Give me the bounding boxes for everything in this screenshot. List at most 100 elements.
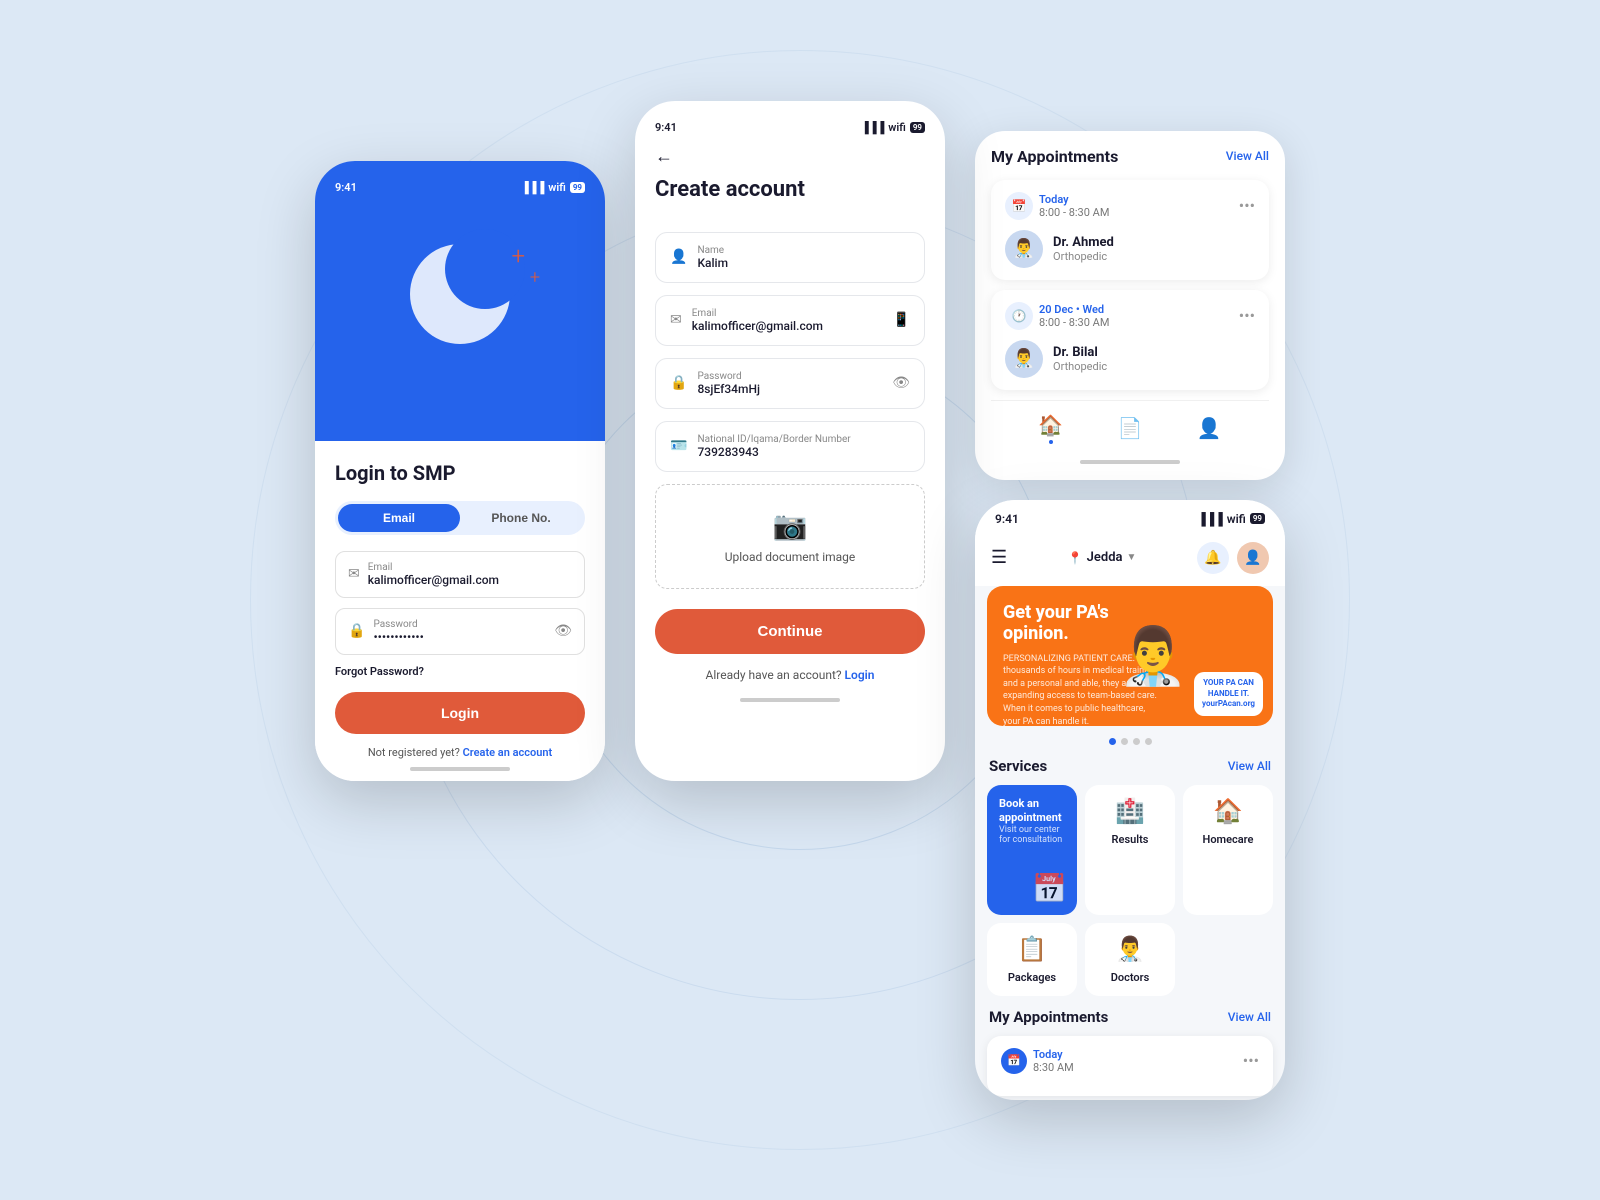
bottom-appt-today: Today [1033,1048,1074,1061]
wifi-icon: wifi [548,181,566,194]
dot-3 [1133,738,1140,745]
appt-date-label-1: Today [1039,193,1109,206]
homecare-card[interactable]: 🏠 Homecare [1183,785,1273,915]
promo-banner[interactable]: Get your PA's opinion. PERSONALIZING PAT… [987,586,1273,726]
forgot-password[interactable]: Forgot Password? [335,665,585,678]
doctors-icon: 👨‍⚕️ [1115,935,1145,963]
email-tab[interactable]: Email [338,504,460,532]
appt-time-2: 8:00 - 8:30 AM [1039,316,1109,329]
create-account-link[interactable]: Create an account [463,746,553,759]
appt-date-label-2: 20 Dec • Wed [1039,303,1109,316]
doctor-spec-bilal: Orthopedic [1053,360,1107,373]
mobile-icon: 📱 [893,312,910,328]
time-create: 9:41 [655,121,677,134]
email-label: Email [368,562,572,573]
create-account-form: 👤 Name Kalim ✉ Email kalimofficer@gmail.… [635,232,945,589]
dot-4 [1145,738,1152,745]
profile-nav-icon: 👤 [1197,416,1222,440]
view-all-appointments[interactable]: View All [1226,149,1269,163]
national-id-label: National ID/Iqama/Border Number [697,434,910,445]
packages-card[interactable]: 📋 Packages [987,923,1077,996]
banner-image: 👨‍⚕️ [1103,586,1203,726]
have-account-text: Already have an account? Login [655,668,925,682]
location-pin-icon: 📍 [1068,551,1083,565]
phone-tab[interactable]: Phone No. [460,504,582,532]
eye-icon-2[interactable]: 👁 [892,375,910,391]
lock-icon-2: 🔒 [670,375,687,391]
signal-main: ▐▐▐ [1197,512,1223,526]
upload-document[interactable]: 📷 Upload document image [655,484,925,589]
name-label: Name [697,245,910,256]
plus-icon-1: + [511,244,525,268]
doctor-name-bilal: Dr. Bilal [1053,345,1107,360]
password-field-create[interactable]: 🔒 Password 8sjEf34mHj 👁 [655,358,925,409]
dot-2 [1121,738,1128,745]
book-appt-label: Book an appointment [999,797,1065,826]
home-indicator-2 [740,698,840,702]
national-id-field[interactable]: 🪪 National ID/Iqama/Border Number 739283… [655,421,925,472]
id-icon: 🪪 [670,438,687,454]
nav-profile[interactable]: 👤 [1197,416,1222,440]
phone-create-account: 9:41 ▐▐▐ wifi 99 ← Create account 👤 Name… [635,101,945,781]
homecare-label: Homecare [1203,833,1254,846]
bottom-appt-time: 8:30 AM [1033,1061,1074,1074]
lock-icon: 🔒 [348,623,365,639]
email-field-create[interactable]: ✉ Email kalimofficer@gmail.com 📱 [655,295,925,346]
signal-icon: ▐▐▐ [521,181,544,194]
appointments-title: My Appointments [991,147,1118,166]
eye-icon[interactable]: 👁 [554,623,572,639]
time-login: 9:41 [335,181,357,194]
location-selector[interactable]: 📍 Jedda ▼ [1068,550,1137,565]
home-indicator-1 [410,767,510,771]
login-button[interactable]: Login [335,692,585,734]
continue-button[interactable]: Continue [655,609,925,654]
login-link[interactable]: Login [845,668,875,682]
location-name: Jedda [1087,550,1123,565]
nav-documents[interactable]: 📄 [1118,416,1143,440]
packages-label: Packages [1008,971,1056,984]
more-options-2[interactable]: ••• [1239,306,1255,325]
plus-icon-2: + [530,269,540,287]
battery-login: 99 [570,182,585,193]
password-label: Password [373,619,546,630]
book-appointment-card[interactable]: Book an appointment Visit our center for… [987,785,1077,915]
name-field[interactable]: 👤 Name Kalim [655,232,925,283]
nav-home[interactable]: 🏠 [1038,413,1063,444]
create-account-title: Create account [655,177,925,202]
phone-main-app: 9:41 ▐▐▐ wifi 99 ☰ 📍 Jedda ▼ 🔔 👤 [975,500,1285,1100]
status-bar-create: 9:41 ▐▐▐ wifi 99 [655,121,925,134]
signal-icon-2: ▐▐▐ [861,121,884,134]
status-bar-main: 9:41 ▐▐▐ wifi 99 [975,500,1285,534]
home-nav-icon: 🏠 [1038,413,1063,437]
person-icon: 👤 [670,249,687,265]
more-options-1[interactable]: ••• [1239,196,1255,215]
view-all-services[interactable]: View All [1228,759,1271,773]
profile-button[interactable]: 👤 [1237,542,1269,574]
today-icon-bottom: 📅 [1001,1048,1027,1074]
doctors-card[interactable]: 👨‍⚕️ Doctors [1085,923,1175,996]
bottom-appts-header: My Appointments View All [975,1008,1285,1026]
home-indicator-3 [1080,460,1180,464]
back-button[interactable]: ← [655,146,925,167]
nav-home-indicator [1049,440,1053,444]
time-main: 9:41 [995,512,1019,526]
email-value-2: kalimofficer@gmail.com [692,319,883,333]
login-title: Login to SMP [335,461,585,485]
camera-icon: 📷 [773,509,808,542]
doctor-avatar-ahmed: 👨‍⚕️ [1005,230,1043,268]
national-id-value: 739283943 [697,445,910,459]
battery-main: 99 [1250,513,1265,524]
password-field-login[interactable]: 🔒 Password •••••••••••• 👁 [335,608,585,655]
view-all-bottom[interactable]: View All [1228,1010,1271,1024]
email-field-login[interactable]: ✉ Email kalimofficer@gmail.com [335,551,585,598]
notification-button[interactable]: 🔔 [1197,542,1229,574]
services-title: Services [989,757,1047,775]
results-icon: 🏥 [1115,797,1145,825]
hamburger-menu[interactable]: ☰ [991,547,1007,568]
more-options-bottom[interactable]: ••• [1243,1051,1259,1070]
banner-badge-text: YOUR PA CANHANDLE IT.yourPAcan.org [1202,678,1255,709]
today-icon-2: 🕐 [1005,302,1033,330]
moon-logo [410,244,510,344]
password-value: •••••••••••• [373,630,546,644]
results-card[interactable]: 🏥 Results [1085,785,1175,915]
